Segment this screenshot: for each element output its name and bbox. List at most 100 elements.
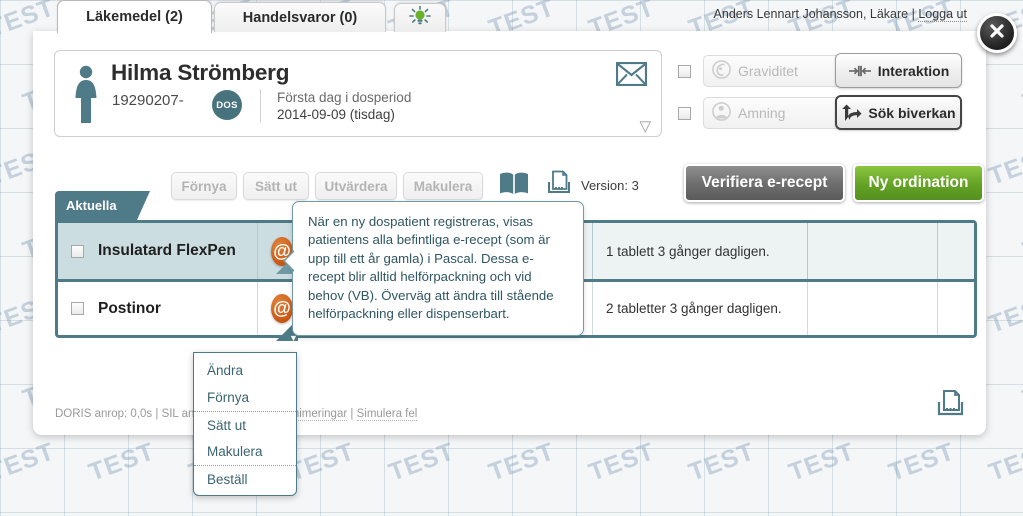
- medication-name: Insulatard FlexPen: [98, 242, 236, 259]
- sok-biverkan-button[interactable]: Sök biverkan: [835, 95, 962, 130]
- tooltip-arrow-fill: [285, 250, 296, 272]
- extra-cell-2: [938, 223, 974, 279]
- background-watermark: TEST: [519, 511, 593, 516]
- toolbar-makulera-button[interactable]: Makulera: [403, 172, 483, 200]
- info-tooltip: När en ny dospatient registreras, visas …: [292, 201, 584, 337]
- background-watermark: TEST: [319, 511, 393, 516]
- context-menu-item-andra[interactable]: Ändra: [194, 357, 296, 384]
- background-watermark: TEST: [685, 437, 759, 487]
- patient-avatar-icon: [71, 65, 101, 123]
- toolbar-sattut-label: Sätt ut: [255, 178, 297, 194]
- context-menu-label: Förnya: [207, 390, 250, 405]
- footer-printer-icon[interactable]: [935, 389, 966, 424]
- background-watermark: TEST: [385, 437, 459, 487]
- background-watermark: TEST: [119, 511, 193, 516]
- background-watermark: TEST: [985, 141, 1023, 191]
- background-watermark: TEST: [985, 289, 1023, 339]
- graviditet-row: Graviditet: [678, 55, 846, 87]
- context-menu-item-fornya[interactable]: Förnya: [194, 384, 296, 411]
- context-menu-label: Sätt ut: [207, 417, 247, 433]
- toolbar-makulera-label: Makulera: [413, 178, 473, 194]
- verifiera-e-recept-button[interactable]: Verifiera e-recept: [684, 164, 845, 202]
- version-label: Version: 3: [581, 178, 639, 193]
- medication-name-cell: Postinor: [58, 282, 258, 335]
- row-checkbox[interactable]: [71, 302, 84, 315]
- background-watermark: TEST: [1019, 363, 1023, 413]
- amning-checkbox[interactable]: [678, 106, 691, 120]
- tab-aktuella-label: Aktuella: [66, 198, 117, 213]
- context-menu-item-sattut[interactable]: Sätt ut: [194, 411, 296, 438]
- background-watermark: TEST: [1019, 67, 1023, 117]
- medication-name-cell: Insulatard FlexPen: [58, 223, 258, 279]
- book-icon[interactable]: [499, 170, 529, 201]
- footer-sep-1: |: [155, 408, 159, 420]
- patient-card-divider: [260, 89, 261, 123]
- close-window-button[interactable]: [977, 13, 1017, 53]
- graviditet-button[interactable]: Graviditet: [703, 55, 846, 87]
- background-watermark: TEST: [1019, 215, 1023, 265]
- background-watermark: TEST: [819, 511, 893, 516]
- context-menu-label: Ändra: [207, 363, 244, 378]
- context-menu-item-bestall[interactable]: Beställ: [194, 465, 296, 492]
- tab-handelsvaror-label: Handelsvaror (0): [242, 9, 358, 26]
- sok-biverkan-label: Sök biverkan: [868, 104, 956, 121]
- background-watermark: TEST: [85, 437, 159, 487]
- tab-lightbulb[interactable]: [394, 3, 446, 32]
- toolbar-fornya-label: Förnya: [181, 178, 227, 194]
- row-context-menu: Ändra Förnya Sätt ut Makulera Beställ: [193, 352, 297, 496]
- toolbar-utvardera-button[interactable]: Utvärdera: [315, 172, 397, 200]
- background-watermark: TEST: [985, 437, 1023, 487]
- dosage-cell: 1 tablett 3 gånger dagligen.: [593, 223, 808, 279]
- pregnancy-icon: [712, 60, 738, 82]
- context-menu-item-makulera[interactable]: Makulera: [194, 438, 296, 465]
- triangle-down-icon[interactable]: ▽: [639, 119, 651, 134]
- amning-button[interactable]: Amning: [703, 97, 846, 129]
- background-watermark: TEST: [485, 437, 559, 487]
- envelope-icon[interactable]: [615, 61, 648, 87]
- arrows-inward-icon: [848, 64, 872, 78]
- dose-period-label: Första dag i dosperiod: [277, 90, 412, 105]
- background-watermark: TEST: [219, 511, 293, 516]
- tab-lakemedel-label: Läkemedel (2): [86, 9, 183, 25]
- close-icon: [987, 21, 1007, 46]
- footer-sep-2: |: [350, 408, 354, 420]
- background-watermark: TEST: [19, 511, 93, 516]
- amning-row: Amning: [678, 97, 846, 129]
- dosage-cell: 2 tabletter 3 gånger dagligen.: [593, 282, 808, 335]
- patient-card[interactable]: Hilma Strömberg 19290207- DOS Första dag…: [54, 50, 662, 137]
- context-menu-label: Makulera: [207, 444, 263, 459]
- extra-cell-2: [938, 282, 974, 335]
- interaktion-label: Interaktion: [877, 62, 950, 79]
- graviditet-checkbox[interactable]: [678, 64, 691, 78]
- tab-handelsvaror[interactable]: Handelsvaror (0): [214, 2, 386, 32]
- toolbar-sattut-button[interactable]: Sätt ut: [243, 172, 309, 200]
- tab-lakemedel[interactable]: Läkemedel (2): [57, 0, 212, 33]
- graviditet-label: Graviditet: [738, 63, 798, 79]
- tab-aktuella-notch: [137, 191, 150, 220]
- dose-period-block: Första dag i dosperiod 2014-09-09 (tisda…: [277, 89, 411, 123]
- row-checkbox[interactable]: [71, 244, 84, 258]
- extra-cell-1: [808, 223, 938, 279]
- background-watermark: TEST: [719, 511, 793, 516]
- medication-name: Postinor: [98, 299, 161, 317]
- background-watermark: TEST: [785, 437, 859, 487]
- patient-name: Hilma Strömberg: [111, 60, 290, 85]
- ny-ordination-button[interactable]: Ny ordination: [853, 164, 984, 202]
- dose-period-value: 2014-09-09 (tisdag): [277, 107, 395, 122]
- background-watermark: TEST: [919, 511, 993, 516]
- lightbulb-icon: [407, 4, 433, 32]
- tab-aktuella[interactable]: Aktuella: [55, 191, 137, 220]
- extra-cell-1: [808, 282, 938, 335]
- background-watermark: TEST: [619, 511, 693, 516]
- printer-icon[interactable]: [545, 170, 572, 201]
- background-watermark: TEST: [1019, 511, 1023, 516]
- interaktion-button[interactable]: Interaktion: [835, 53, 962, 88]
- verifiera-label: Verifiera e-recept: [701, 174, 828, 191]
- tab-strip: Läkemedel (2) Handelsvaror (0): [0, 0, 1023, 33]
- toolbar-fornya-button[interactable]: Förnya: [171, 172, 237, 200]
- background-watermark: TEST: [419, 511, 493, 516]
- context-menu-label: Beställ: [207, 471, 248, 487]
- simulate-error-link[interactable]: Simulera fel: [356, 408, 418, 421]
- patient-personnummer: 19290207-: [112, 92, 184, 109]
- ny-ordination-label: Ny ordination: [868, 174, 969, 191]
